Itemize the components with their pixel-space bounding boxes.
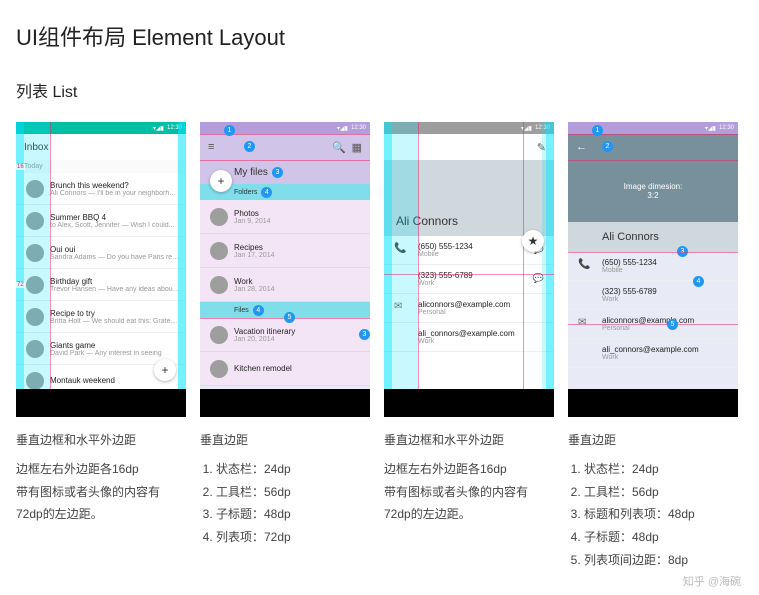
app-bar: ≡🔍 ▦2 <box>200 134 370 160</box>
phone-inbox: ▾◢▮12:30 Inbox Today Brunch this weekend… <box>16 122 186 417</box>
back-icon[interactable]: ← <box>576 141 587 153</box>
fab-star[interactable]: ★ <box>522 230 544 252</box>
caption: 垂直边距 状态栏：24dp工具栏：56dp标题和列表项：48dp子标题：48dp… <box>568 429 738 572</box>
list-item[interactable]: PhotosJan 9, 2014 <box>200 200 370 234</box>
section-title: 列表 List <box>16 78 743 102</box>
caption: 垂直边距 状态栏：24dp工具栏：56dp子标题：48dp列表项：72dp <box>200 429 370 549</box>
contact-row[interactable]: 📞(650) 555-1234Mobile3 <box>568 252 738 281</box>
search-icon[interactable]: 🔍 <box>332 142 346 154</box>
phone-contact-spec: ▾◢▮12:30 ←2 1 Image dimesion: 3:2 Ali Co… <box>568 122 738 417</box>
caption: 垂直边框和水平外边距 边框左右外边距各16dp 带有图标或者头像的内容有 72d… <box>16 429 186 526</box>
list-item[interactable]: RecipesJan 17, 2014 <box>200 234 370 268</box>
list-item[interactable]: Kitchen remodel <box>200 352 370 386</box>
email-icon: ✉ <box>578 317 586 328</box>
phone-contact: ▾◢▮12:30 ✎ Ali Connors 📞(650) 555-1234Mo… <box>384 122 554 417</box>
phone-files: ▾◢▮12:30 ≡🔍 ▦2 1 My files3 Folders4 Phot… <box>200 122 370 417</box>
contact-row[interactable]: ali_connors@example.comWork <box>568 339 738 368</box>
caption: 垂直边框和水平外边距 边框左右外边距各16dp 带有图标或者头像的内容有 72d… <box>384 429 554 526</box>
app-bar: ←2 <box>568 134 738 160</box>
grid-icon[interactable]: ▦ <box>352 142 362 154</box>
watermark: 知乎 @海碗 <box>683 573 741 589</box>
fab-add[interactable]: + <box>210 170 232 192</box>
menu-icon[interactable]: ≡ <box>208 141 214 153</box>
contact-name: Ali Connors <box>568 222 738 252</box>
fab-compose[interactable]: + <box>154 359 176 381</box>
contact-row[interactable]: (323) 555-6789Work <box>568 281 738 310</box>
page-title: UI组件布局 Element Layout <box>16 20 743 52</box>
list-item[interactable]: WorkJan 28, 2014 <box>200 268 370 302</box>
phone-icon: 📞 <box>578 259 590 270</box>
hero-image: Image dimesion: 3:2 <box>568 160 738 222</box>
list-item[interactable]: Vacation itineraryJan 20, 20143 <box>200 318 370 352</box>
